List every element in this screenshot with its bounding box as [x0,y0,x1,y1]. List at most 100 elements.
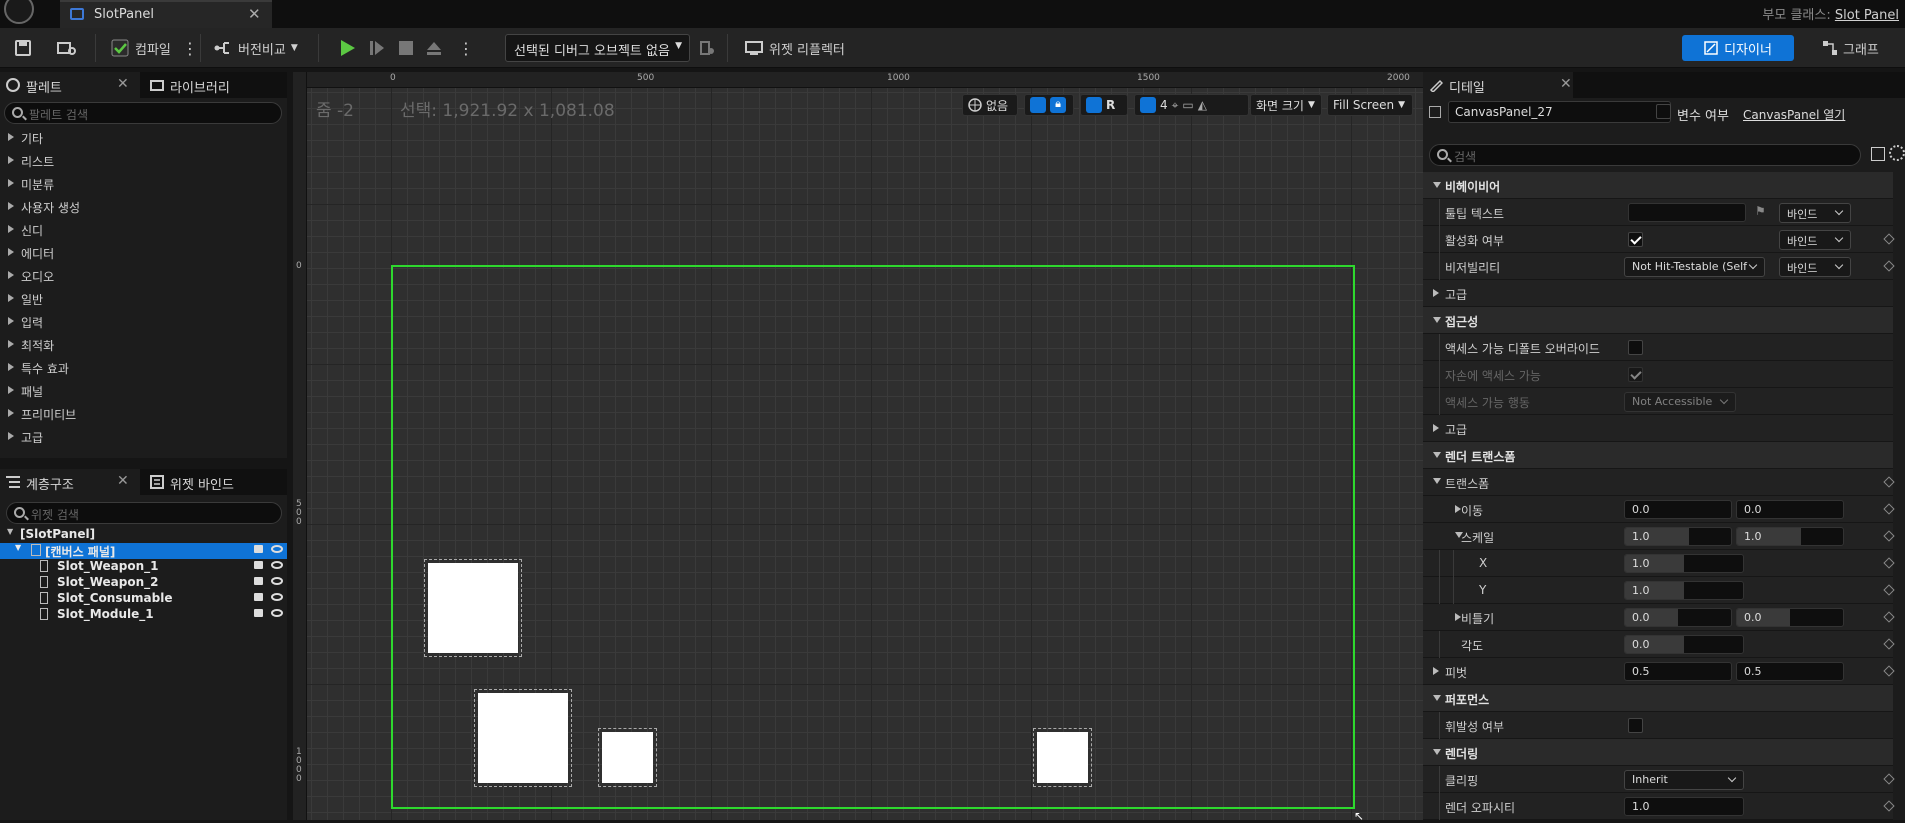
palette-category[interactable]: 미분류 [0,172,287,195]
details-property-row[interactable]: 트랜스폼 [1423,469,1895,496]
details-property-row[interactable]: X 1.0 [1423,550,1895,577]
details-property-row[interactable]: 비저빌리티 Not Hit-Testable (Self 바인드 [1423,253,1895,280]
compile-options-icon[interactable]: ⋮ [182,28,198,68]
layout-toggle[interactable]: R [1080,94,1128,116]
details-property-row[interactable]: 툴팁 텍스트 ⚑ 바인드 [1423,199,1893,226]
hierarchy-item-row[interactable]: Slot_Weapon_1 [0,559,287,575]
details-section-header[interactable]: 접근성 [1423,307,1893,334]
details-property-row[interactable]: 각도 0.0 [1423,631,1895,658]
details-property-row[interactable]: 고급 [1423,415,1893,442]
hierarchy-item-row[interactable]: Slot_Consumable [0,591,287,607]
stop-button[interactable] [398,28,414,68]
diff-button[interactable]: 버전비교 ▼ [213,28,298,68]
details-section-header[interactable]: 퍼포먼스 [1423,685,1893,712]
palette-category[interactable]: 기타 [0,126,287,149]
visibility-eye-icon[interactable] [271,561,283,569]
property-value-input[interactable]: 0.5 [1736,662,1844,681]
reset-diamond-icon[interactable] [1883,584,1895,596]
expand-triangle-icon[interactable] [1433,289,1439,297]
lock-icon[interactable] [254,593,263,601]
property-value-input[interactable] [1628,203,1746,222]
property-value-input[interactable]: 1.0 [1624,797,1744,816]
hierarchy-canvas-row[interactable]: ▼ [캔버스 패널] [0,543,287,559]
r-toggle-label[interactable]: R [1106,98,1115,112]
palette-category[interactable]: 패널 [0,379,287,402]
property-value-input[interactable]: 1.0 [1624,554,1744,573]
reset-diamond-icon[interactable] [1883,233,1895,245]
palette-category[interactable]: 입력 [0,310,287,333]
property-dropdown[interactable]: Not Accessible [1624,392,1736,412]
close-tab-icon[interactable]: ✕ [248,5,261,23]
slot-module-1-widget[interactable] [1033,728,1092,787]
lock-icon[interactable] [254,545,263,553]
collapse-triangle-icon[interactable] [1433,695,1441,701]
tab-palette[interactable]: 팔레트 ✕ [0,72,140,98]
palette-search-input[interactable]: 팔레트 검색 [4,102,282,124]
visibility-eye-icon[interactable] [271,545,283,553]
hierarchy-item-row[interactable]: Slot_Weapon_2 [0,575,287,591]
reset-diamond-icon[interactable] [1883,530,1895,542]
graph-mode-button[interactable]: 그래프 [1822,28,1879,68]
play-button[interactable] [337,28,357,68]
open-canvaspanel-link[interactable]: CanvasPanel 열기 [1743,106,1845,123]
debug-object-dropdown[interactable]: 선택된 디버그 오브젝트 없음 ▼ [505,34,690,62]
visibility-eye-icon[interactable] [271,609,283,617]
details-property-row[interactable]: 렌더 오파시티 1.0 [1423,793,1895,820]
details-section-header[interactable]: 렌더 트랜스폼 [1423,442,1893,469]
reset-diamond-icon[interactable] [1883,476,1895,488]
property-checkbox[interactable] [1628,718,1643,733]
tab-library[interactable]: 라이브러리 [144,72,284,98]
image-preview-icon[interactable]: ▭ [1182,98,1193,112]
close-icon[interactable]: ✕ [117,473,129,489]
palette-category[interactable]: 오디오 [0,264,287,287]
lock-icon[interactable] [254,609,263,617]
visibility-eye-icon[interactable] [271,593,283,601]
details-property-row[interactable]: 고급 [1423,280,1893,307]
hierarchy-item-row[interactable]: Slot_Module_1 [0,607,287,623]
slot-consumable-widget[interactable] [598,728,657,787]
widget-search-input[interactable]: 위젯 검색 [6,502,282,524]
property-dropdown[interactable]: 바인드 [1779,257,1851,277]
details-section-header[interactable]: 렌더링 [1423,739,1893,766]
flag-icon[interactable]: ⚑ [1755,204,1766,218]
slot-weapon-2-widget[interactable] [474,689,572,787]
details-property-row[interactable]: 클리핑 Inherit [1423,766,1895,793]
localization-preview-button[interactable]: 없음 [962,94,1018,116]
collapse-triangle-icon[interactable] [1433,452,1441,458]
reset-diamond-icon[interactable] [1883,800,1895,812]
is-variable-checkbox[interactable] [1656,104,1671,119]
reset-diamond-icon[interactable] [1883,503,1895,515]
slot-weapon-1-widget[interactable] [424,559,522,657]
reset-diamond-icon[interactable] [1883,260,1895,272]
property-dropdown[interactable]: 바인드 [1779,230,1851,250]
palette-category[interactable]: 에디터 [0,241,287,264]
reset-diamond-icon[interactable] [1883,557,1895,569]
save-button[interactable] [14,28,32,68]
palette-category[interactable]: 특수 효과 [0,356,287,379]
property-value-input[interactable]: 0.0 [1736,500,1844,519]
property-value-input[interactable]: 1.0 [1624,581,1744,600]
details-property-row[interactable]: Y 1.0 [1423,577,1895,604]
property-value-input[interactable]: 0.0 [1624,608,1732,627]
tab-details[interactable]: 디테일 ✕ [1423,72,1573,98]
step-button[interactable] [368,28,386,68]
property-checkbox[interactable] [1628,232,1643,247]
reset-diamond-icon[interactable] [1883,611,1895,623]
property-value-input[interactable]: 0.0 [1624,635,1744,654]
details-section-header[interactable]: 비헤이비어 [1423,172,1893,199]
palette-category[interactable]: 고급 [0,425,287,448]
fill-mode-dropdown[interactable]: Fill Screen ▼ [1327,94,1413,116]
property-dropdown[interactable]: Not Hit-Testable (Self [1624,257,1765,277]
collapse-triangle-icon[interactable] [1433,317,1441,323]
details-property-row[interactable]: 이동 0.0 0.0 [1423,496,1895,523]
property-value-input[interactable]: 0.0 [1624,500,1732,519]
property-checkbox[interactable] [1628,367,1643,382]
property-value-input[interactable]: 0.0 [1736,608,1844,627]
play-options-icon[interactable]: ⋮ [458,28,474,68]
table-view-icon[interactable] [1871,147,1885,161]
collapse-triangle-icon[interactable] [1433,749,1441,755]
compile-button[interactable]: 컴파일 [110,28,171,68]
property-value-input[interactable]: 1.0 [1736,527,1844,546]
lock-icon[interactable] [254,577,263,585]
designer-mode-button[interactable]: 디자이너 [1682,35,1794,61]
